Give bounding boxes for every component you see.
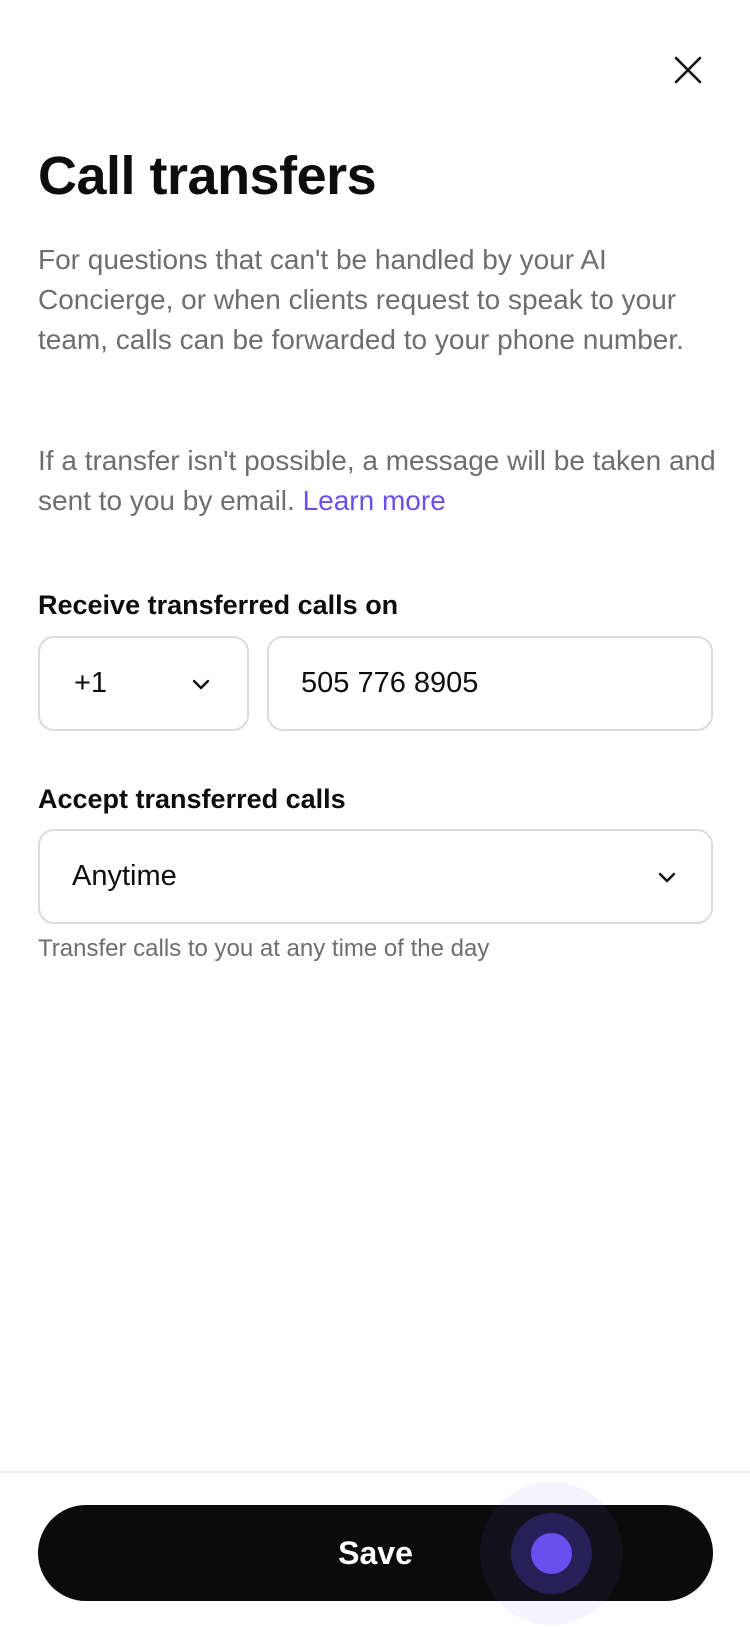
country-code-value: +1 xyxy=(74,667,108,699)
close-icon xyxy=(674,56,702,84)
receive-calls-label: Receive transferred calls on xyxy=(38,590,399,620)
save-button-label: Save xyxy=(338,1534,413,1571)
description-paragraph: For questions that can't be handled by y… xyxy=(38,244,684,355)
phone-number-value: 505 776 8905 xyxy=(301,667,479,699)
chevron-down-icon xyxy=(192,679,210,689)
accept-calls-label: Accept transferred calls xyxy=(38,784,346,814)
country-code-select[interactable]: +1 xyxy=(38,636,249,731)
accept-calls-value: Anytime xyxy=(72,860,177,892)
accept-calls-select[interactable]: Anytime xyxy=(38,829,713,924)
accept-calls-helper-text: Transfer calls to you at any time of the… xyxy=(38,935,490,962)
close-button[interactable] xyxy=(668,50,708,90)
fallback-paragraph: If a transfer isn't possible, a message … xyxy=(38,441,718,521)
learn-more-link[interactable]: Learn more xyxy=(303,485,446,516)
touch-indicator-dot xyxy=(531,1533,572,1574)
footer-divider xyxy=(0,1471,750,1473)
chevron-down-icon xyxy=(658,872,676,882)
page-title: Call transfers xyxy=(38,146,377,206)
phone-number-input[interactable]: 505 776 8905 xyxy=(267,636,713,731)
